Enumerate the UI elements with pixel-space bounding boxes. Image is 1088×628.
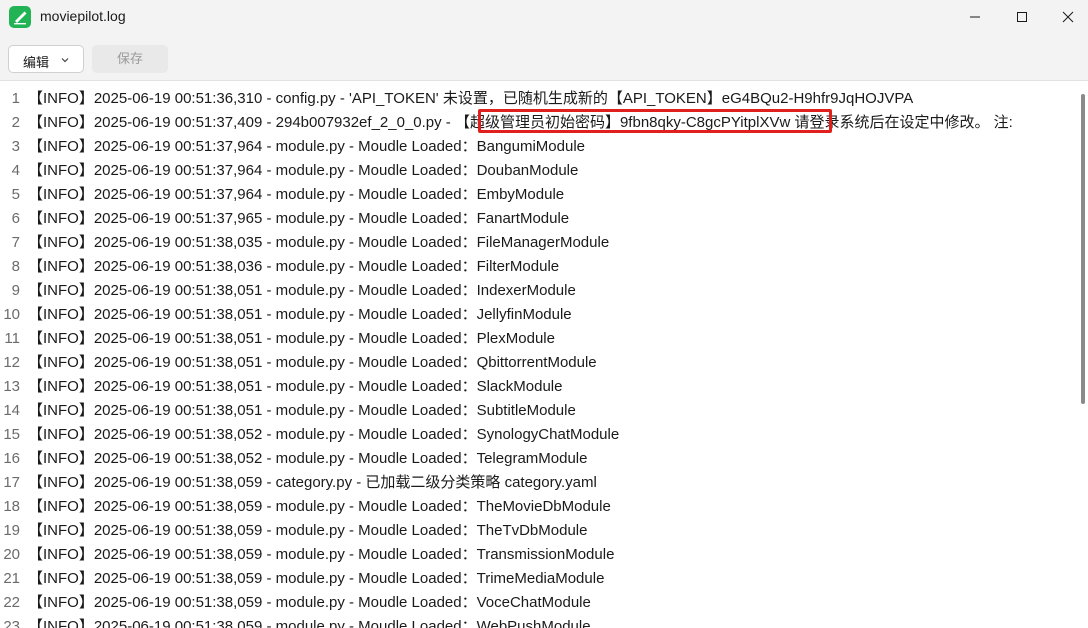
- line-text: 【INFO】2025-06-19 00:51:38,036 - module.p…: [28, 258, 560, 275]
- log-line: 19 【INFO】2025-06-19 00:51:38,059 - module…: [0, 519, 1078, 543]
- line-number: 12: [3, 354, 20, 371]
- log-line: 15 【INFO】2025-06-19 00:51:38,052 - module…: [0, 423, 1078, 447]
- maximize-icon: [1017, 12, 1027, 22]
- line-text: 【INFO】2025-06-19 00:51:38,059 - category…: [28, 474, 597, 491]
- line-text: 【INFO】2025-06-19 00:51:38,059 - module.p…: [28, 594, 591, 611]
- line-text: 【INFO】2025-06-19 00:51:37,964 - module.p…: [28, 162, 579, 179]
- log-line: 12 【INFO】2025-06-19 00:51:38,051 - module…: [0, 351, 1078, 375]
- log-line: 14 【INFO】2025-06-19 00:51:38,051 - module…: [0, 399, 1078, 423]
- log-text-area[interactable]: 1 【INFO】2025-06-19 00:51:36,310 - config.…: [0, 82, 1088, 628]
- line-text: 【INFO】2025-06-19 00:51:38,051 - module.p…: [28, 282, 576, 299]
- line-text: 【INFO】2025-06-19 00:51:38,059 - module.p…: [28, 522, 588, 539]
- log-line: 17 【INFO】2025-06-19 00:51:38,059 - catego…: [0, 471, 1078, 495]
- line-number: 21: [3, 570, 20, 587]
- log-line: 20 【INFO】2025-06-19 00:51:38,059 - module…: [0, 543, 1078, 567]
- vertical-scrollbar[interactable]: [1081, 94, 1085, 404]
- edit-menu-button[interactable]: 编辑: [8, 45, 84, 73]
- log-line: 10 【INFO】2025-06-19 00:51:38,051 - module…: [0, 303, 1078, 327]
- line-text: 【INFO】2025-06-19 00:51:36,310 - config.p…: [28, 90, 914, 107]
- log-lines: 1 【INFO】2025-06-19 00:51:36,310 - config.…: [0, 87, 1078, 628]
- line-number: 8: [11, 258, 20, 275]
- line-text: 【INFO】2025-06-19 00:51:38,051 - module.p…: [28, 330, 555, 347]
- chevron-down-icon: [61, 58, 69, 63]
- log-line: 9 【INFO】2025-06-19 00:51:38,051 - module.…: [0, 279, 1078, 303]
- line-number: 2: [11, 114, 20, 131]
- line-number: 11: [4, 330, 20, 347]
- line-text: 【INFO】2025-06-19 00:51:38,052 - module.p…: [28, 450, 588, 467]
- line-text: 【INFO】2025-06-19 00:51:38,059 - module.p…: [28, 498, 611, 515]
- log-line: 5 【INFO】2025-06-19 00:51:37,964 - module.…: [0, 183, 1078, 207]
- toolbar: 编辑 保存: [0, 37, 1088, 81]
- line-number: 7: [11, 234, 20, 251]
- line-text: 【INFO】2025-06-19 00:51:38,059 - module.p…: [28, 570, 605, 587]
- line-number: 9: [11, 282, 20, 299]
- minimize-icon: [970, 16, 980, 18]
- line-number: 23: [3, 618, 20, 628]
- minimize-button[interactable]: [952, 0, 998, 34]
- log-line: 1 【INFO】2025-06-19 00:51:36,310 - config.…: [0, 87, 1078, 111]
- log-line: 4 【INFO】2025-06-19 00:51:37,964 - module.…: [0, 159, 1078, 183]
- log-line: 13 【INFO】2025-06-19 00:51:38,051 - module…: [0, 375, 1078, 399]
- line-text: 【INFO】2025-06-19 00:51:38,051 - module.p…: [28, 402, 576, 419]
- line-text: 【INFO】2025-06-19 00:51:37,964 - module.p…: [28, 186, 565, 203]
- line-number: 6: [11, 210, 20, 227]
- line-text: 【INFO】2025-06-19 00:51:38,035 - module.p…: [28, 234, 610, 251]
- log-line: 8 【INFO】2025-06-19 00:51:38,036 - module.…: [0, 255, 1078, 279]
- log-line: 11 【INFO】2025-06-19 00:51:38,051 - module…: [0, 327, 1078, 351]
- line-number: 4: [11, 162, 20, 179]
- password-highlight-box: [478, 109, 832, 133]
- log-line: 16 【INFO】2025-06-19 00:51:38,052 - module…: [0, 447, 1078, 471]
- title-bar: moviepilot.log: [0, 0, 1088, 37]
- line-text: 【INFO】2025-06-19 00:51:38,052 - module.p…: [28, 426, 620, 443]
- line-text: 【INFO】2025-06-19 00:51:38,051 - module.p…: [28, 306, 572, 323]
- line-text: 【INFO】2025-06-19 00:51:38,059 - module.p…: [28, 546, 615, 563]
- line-text: 【INFO】2025-06-19 00:51:37,964 - module.p…: [28, 138, 585, 155]
- log-line: 6 【INFO】2025-06-19 00:51:37,965 - module.…: [0, 207, 1078, 231]
- log-line: 3 【INFO】2025-06-19 00:51:37,964 - module.…: [0, 135, 1078, 159]
- line-text: 【INFO】2025-06-19 00:51:38,051 - module.p…: [28, 354, 597, 371]
- line-number: 15: [3, 426, 20, 443]
- line-number: 5: [11, 186, 20, 203]
- line-number: 14: [3, 402, 20, 419]
- log-line: 23 【INFO】2025-06-19 00:51:38,059 - module…: [0, 615, 1078, 628]
- log-line: 21 【INFO】2025-06-19 00:51:38,059 - module…: [0, 567, 1078, 591]
- log-line: 7 【INFO】2025-06-19 00:51:38,035 - module.…: [0, 231, 1078, 255]
- line-number: 18: [3, 498, 20, 515]
- line-number: 3: [11, 138, 20, 155]
- line-number: 16: [3, 450, 20, 467]
- line-text: 【INFO】2025-06-19 00:51:38,051 - module.p…: [28, 378, 563, 395]
- save-button[interactable]: 保存: [92, 45, 168, 73]
- maximize-button[interactable]: [999, 0, 1045, 34]
- line-number: 22: [3, 594, 20, 611]
- line-number: 13: [3, 378, 20, 395]
- line-number: 20: [3, 546, 20, 563]
- close-icon: [1062, 11, 1074, 23]
- window-title: moviepilot.log: [40, 8, 126, 24]
- line-number: 1: [11, 90, 20, 107]
- close-button[interactable]: [1045, 0, 1088, 34]
- line-number: 10: [3, 306, 20, 323]
- log-line: 22 【INFO】2025-06-19 00:51:38,059 - module…: [0, 591, 1078, 615]
- log-line: 18 【INFO】2025-06-19 00:51:38,059 - module…: [0, 495, 1078, 519]
- line-text: 【INFO】2025-06-19 00:51:37,965 - module.p…: [28, 210, 570, 227]
- notepad-app-icon: [9, 6, 31, 28]
- edit-button-label: 编辑: [23, 55, 50, 70]
- line-number: 19: [3, 522, 20, 539]
- line-text: 【INFO】2025-06-19 00:51:38,059 - module.p…: [28, 618, 591, 628]
- line-number: 17: [3, 474, 20, 491]
